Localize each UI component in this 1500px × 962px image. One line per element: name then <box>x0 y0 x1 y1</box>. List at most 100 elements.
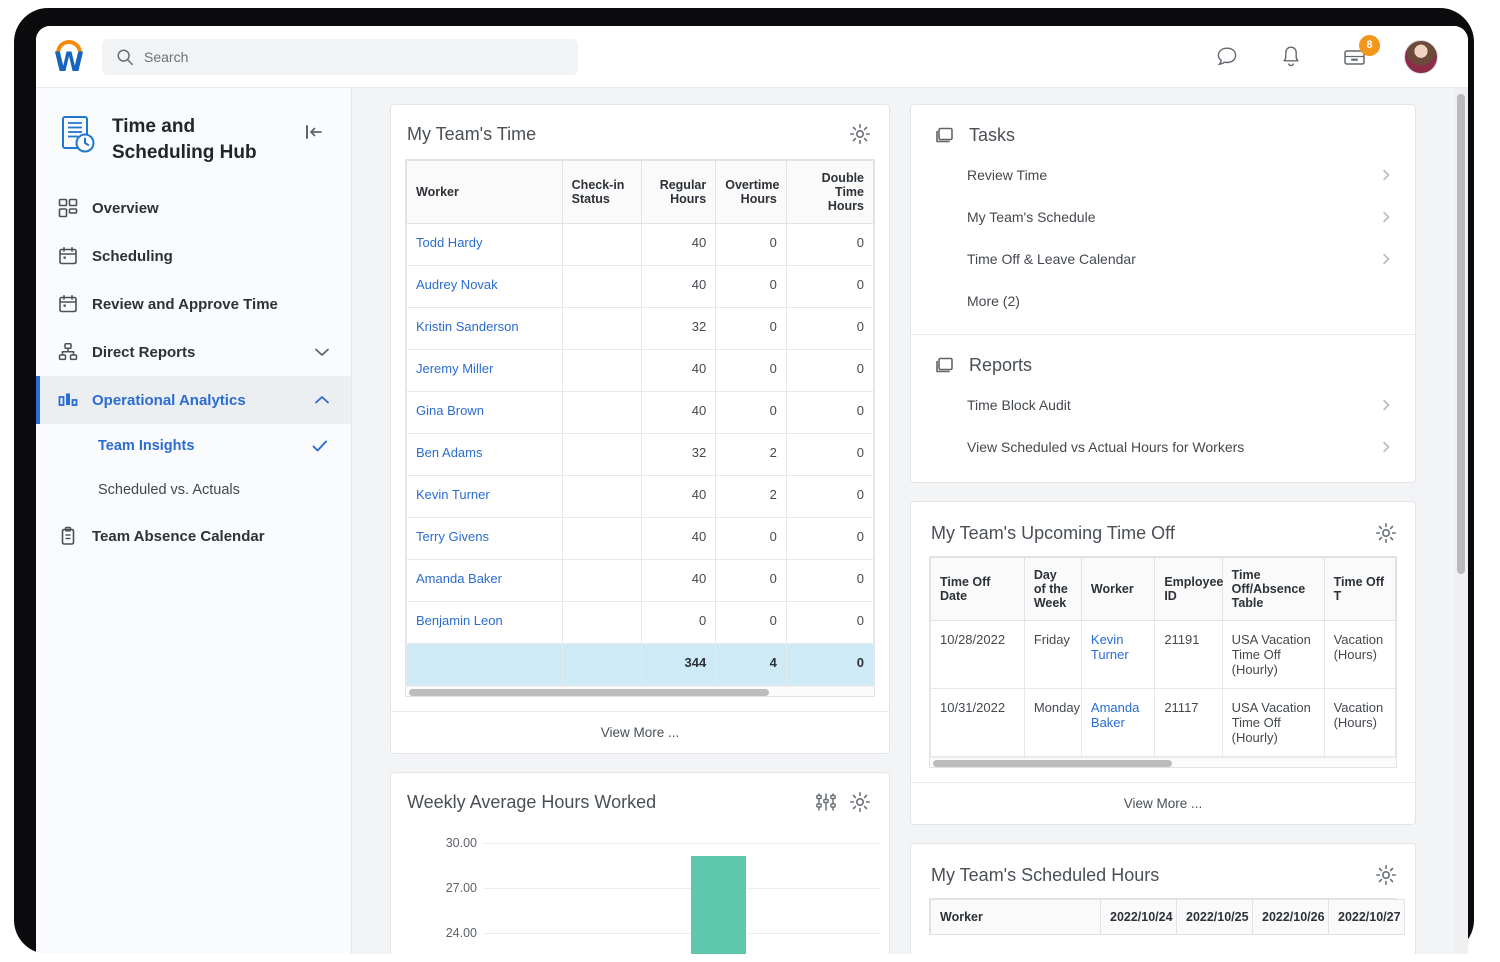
double-time-hours: 0 <box>786 224 873 266</box>
table-row[interactable]: Jeremy Miller 40 0 0 <box>407 350 874 392</box>
gear-icon[interactable] <box>849 123 871 145</box>
collapse-panel-icon[interactable] <box>303 122 325 142</box>
worker-link[interactable]: Ben Adams <box>416 445 483 460</box>
col-time-off-date[interactable]: Time Off Date <box>931 558 1025 621</box>
gear-icon[interactable] <box>849 791 871 813</box>
chevron-right-icon <box>1379 168 1393 182</box>
workday-logo[interactable]: W <box>36 38 102 76</box>
y-tick-label: 24.00 <box>431 926 477 940</box>
sidebar-item-operational-analytics[interactable]: Operational Analytics <box>36 376 351 424</box>
task-item-more[interactable]: More (2) <box>911 280 1415 322</box>
task-item-review-time[interactable]: Review Time <box>911 154 1415 196</box>
col-overtime-hours[interactable]: Overtime Hours <box>716 161 787 224</box>
sidebar-item-review-and-approve-time[interactable]: Review and Approve Time <box>36 280 351 328</box>
col-date-1[interactable]: 2022/10/24 <box>1101 900 1177 935</box>
chat-icon[interactable] <box>1212 42 1242 72</box>
calendar-check-icon <box>58 294 92 314</box>
sidebar-item-direct-reports[interactable]: Direct Reports <box>36 328 351 376</box>
col-date-4[interactable]: 2022/10/27 <box>1329 900 1405 935</box>
table-row[interactable]: Todd Hardy 40 0 0 <box>407 224 874 266</box>
table-row[interactable]: Amanda Baker 40 0 0 <box>407 560 874 602</box>
col-double-time-hours[interactable]: Double Time Hours <box>786 161 873 224</box>
col-worker[interactable]: Worker <box>931 900 1101 935</box>
table-header-row: Worker 2022/10/24 2022/10/25 2022/10/26 … <box>931 900 1405 935</box>
table-row[interactable]: Gina Brown 40 0 0 <box>407 392 874 434</box>
scrollbar-thumb[interactable] <box>409 689 769 696</box>
check-icon <box>311 438 329 454</box>
col-regular-hours[interactable]: Regular Hours <box>641 161 716 224</box>
gear-icon[interactable] <box>1375 864 1397 886</box>
worker-link[interactable]: Kristin Sanderson <box>416 319 519 334</box>
view-more-team-time[interactable]: View More ... <box>391 711 889 753</box>
scrollbar-thumb[interactable] <box>933 760 1172 767</box>
col-worker[interactable]: Worker <box>1081 558 1154 621</box>
sidebar-subitem-scheduled-vs-actuals[interactable]: Scheduled vs. Actuals <box>36 468 351 512</box>
table-row[interactable]: Audrey Novak 40 0 0 <box>407 266 874 308</box>
bell-icon[interactable] <box>1276 42 1306 72</box>
page-scrollbar-track[interactable] <box>1454 88 1468 954</box>
logo-w: W <box>48 50 90 76</box>
worker-link[interactable]: Amanda Baker <box>1091 700 1139 730</box>
worker-link[interactable]: Audrey Novak <box>416 277 498 292</box>
col-absence-table[interactable]: Time Off/Absence Table <box>1222 558 1324 621</box>
checkin-status <box>562 392 641 434</box>
my-teams-time-card: My Team's Time <box>390 104 890 754</box>
sidebar-item-scheduling[interactable]: Scheduling <box>36 232 351 280</box>
chevron-down-icon[interactable] <box>313 345 331 359</box>
weekly-average-hours-card: Weekly Average Hours Worked <box>390 772 890 954</box>
sidebar-item-overview[interactable]: Overview <box>36 184 351 232</box>
col-date-3[interactable]: 2022/10/26 <box>1253 900 1329 935</box>
avatar[interactable] <box>1404 40 1438 74</box>
checkin-status <box>562 518 641 560</box>
worker-link[interactable]: Terry Givens <box>416 529 489 544</box>
day-of-week: Friday <box>1024 621 1081 689</box>
worker-link[interactable]: Benjamin Leon <box>416 613 503 628</box>
sliders-icon[interactable] <box>815 791 837 813</box>
view-more-time-off[interactable]: View More ... <box>911 782 1415 824</box>
scheduled-hours-table: Worker 2022/10/24 2022/10/25 2022/10/26 … <box>930 899 1405 935</box>
worker-link[interactable]: Kevin Turner <box>1091 632 1129 662</box>
col-day-of-week[interactable]: Day of the Week <box>1024 558 1081 621</box>
double-time-hours: 0 <box>786 518 873 560</box>
col-time-off-type[interactable]: Time Off T <box>1324 558 1395 621</box>
sidebar-item-team-absence-calendar[interactable]: Team Absence Calendar <box>36 512 351 560</box>
table-header-row: Worker Check-in Status Regular Hours Ove… <box>407 161 874 224</box>
col-employee-id[interactable]: Employee ID <box>1155 558 1222 621</box>
inbox-icon[interactable]: 8 <box>1340 42 1370 72</box>
scheduled-hours-card: My Team's Scheduled Hours <box>910 843 1416 954</box>
chart-bar[interactable] <box>691 856 746 954</box>
report-item-time-block-audit[interactable]: Time Block Audit <box>911 384 1415 426</box>
checkin-status <box>562 266 641 308</box>
task-item-my-teams-schedule[interactable]: My Team's Schedule <box>911 196 1415 238</box>
col-checkin-status[interactable]: Check-in Status <box>562 161 641 224</box>
table-row[interactable]: 10/31/2022 Monday Amanda Baker 21117 USA… <box>931 689 1396 757</box>
worker-link[interactable]: Gina Brown <box>416 403 484 418</box>
sidebar-subitem-team-insights[interactable]: Team Insights <box>36 424 351 468</box>
table-row[interactable]: 10/28/2022 Friday Kevin Turner 21191 USA… <box>931 621 1396 689</box>
worker-link[interactable]: Kevin Turner <box>416 487 490 502</box>
table-horizontal-scrollbar[interactable] <box>406 686 874 696</box>
table-row[interactable]: Benjamin Leon 0 0 0 <box>407 602 874 644</box>
chevron-up-icon[interactable] <box>313 393 331 407</box>
search-bar[interactable] <box>102 39 578 75</box>
task-item-time-off-leave-calendar[interactable]: Time Off & Leave Calendar <box>911 238 1415 280</box>
double-time-hours: 0 <box>786 392 873 434</box>
table-row[interactable]: Kristin Sanderson 32 0 0 <box>407 308 874 350</box>
page-scrollbar-thumb[interactable] <box>1457 94 1465 574</box>
table-horizontal-scrollbar[interactable] <box>930 757 1396 767</box>
report-item-view-scheduled-vs-actual[interactable]: View Scheduled vs Actual Hours for Worke… <box>911 426 1415 468</box>
worker-link[interactable]: Todd Hardy <box>416 235 482 250</box>
search-input[interactable] <box>144 40 578 74</box>
table-row[interactable]: Kevin Turner 40 2 0 <box>407 476 874 518</box>
grid-icon <box>58 198 92 218</box>
worker-link[interactable]: Jeremy Miller <box>416 361 493 376</box>
overtime-hours: 0 <box>716 266 787 308</box>
table-row[interactable]: Terry Givens 40 0 0 <box>407 518 874 560</box>
col-date-2[interactable]: 2022/10/25 <box>1177 900 1253 935</box>
table-row[interactable]: Ben Adams 32 2 0 <box>407 434 874 476</box>
gear-icon[interactable] <box>1375 522 1397 544</box>
worker-link[interactable]: Amanda Baker <box>416 571 502 586</box>
team-time-table-wrap: Worker Check-in Status Regular Hours Ove… <box>405 159 875 697</box>
team-time-rows: Todd Hardy 40 0 0 Audrey Novak <box>407 224 874 686</box>
col-worker[interactable]: Worker <box>407 161 563 224</box>
